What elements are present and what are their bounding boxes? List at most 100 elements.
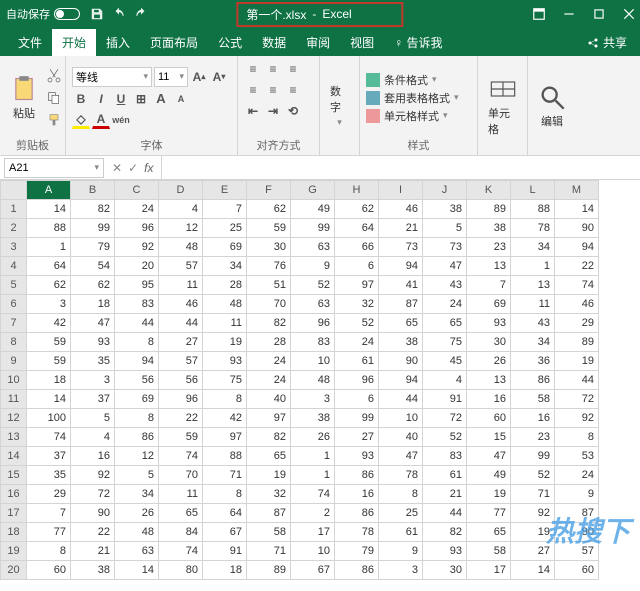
cell[interactable]: 93 [423,542,467,561]
cell[interactable]: 16 [467,390,511,409]
cell[interactable]: 63 [291,295,335,314]
cell[interactable]: 92 [71,466,115,485]
cell[interactable]: 46 [379,200,423,219]
cell[interactable]: 32 [247,485,291,504]
cell[interactable]: 8 [379,485,423,504]
cell[interactable]: 64 [27,257,71,276]
cell[interactable]: 93 [203,352,247,371]
cell[interactable]: 3 [379,561,423,580]
align-center-icon[interactable]: ≡ [264,81,282,99]
cell[interactable]: 88 [511,200,555,219]
cell[interactable]: 21 [379,219,423,238]
worksheet[interactable]: ABCDEFGHIJKLM114822447624962463889881428… [0,180,640,580]
table-format-button[interactable]: 套用表格格式 ▾ [366,90,459,106]
minimize-icon[interactable] [562,7,576,21]
cell[interactable]: 38 [71,561,115,580]
col-header[interactable]: A [27,181,71,200]
cell[interactable]: 9 [555,485,599,504]
cell[interactable]: 22 [71,523,115,542]
col-header[interactable]: H [335,181,379,200]
cell[interactable]: 79 [71,238,115,257]
cell[interactable]: 34 [115,485,159,504]
cell[interactable]: 76 [247,257,291,276]
row-header[interactable]: 17 [1,504,27,523]
fill-color-button[interactable]: ◇ [72,111,90,129]
cell[interactable]: 37 [27,447,71,466]
cell[interactable]: 92 [115,238,159,257]
cell[interactable]: 82 [247,314,291,333]
cell[interactable]: 4 [71,428,115,447]
cell[interactable]: 8 [27,542,71,561]
cell[interactable]: 30 [467,333,511,352]
cell[interactable]: 52 [511,466,555,485]
cell[interactable]: 44 [423,504,467,523]
cell[interactable]: 36 [511,352,555,371]
cell[interactable]: 22 [555,257,599,276]
cell[interactable]: 12 [115,447,159,466]
cell[interactable]: 5 [115,466,159,485]
cell[interactable]: 29 [27,485,71,504]
cell[interactable]: 87 [379,295,423,314]
cell[interactable]: 97 [247,409,291,428]
cell[interactable]: 42 [203,409,247,428]
cell[interactable]: 34 [203,257,247,276]
font-size-up[interactable]: A [152,90,170,108]
cell[interactable]: 67 [291,561,335,580]
cell[interactable]: 58 [467,542,511,561]
cell[interactable]: 79 [335,542,379,561]
indent-dec-icon[interactable]: ⇤ [244,102,262,120]
cell[interactable]: 23 [511,428,555,447]
cell[interactable]: 74 [27,428,71,447]
col-header[interactable]: K [467,181,511,200]
col-header[interactable]: D [159,181,203,200]
cell[interactable]: 94 [115,352,159,371]
row-header[interactable]: 13 [1,428,27,447]
cell[interactable]: 6 [335,390,379,409]
cell[interactable]: 67 [203,523,247,542]
cancel-formula-icon[interactable]: ✕ [112,161,122,175]
cell[interactable]: 14 [27,200,71,219]
cell[interactable]: 63 [291,238,335,257]
cell[interactable]: 9 [291,257,335,276]
cell[interactable]: 4 [159,200,203,219]
cell[interactable]: 11 [159,276,203,295]
cell[interactable]: 40 [247,390,291,409]
row-header[interactable]: 4 [1,257,27,276]
cell[interactable]: 78 [511,219,555,238]
cell[interactable]: 48 [159,238,203,257]
cell[interactable]: 20 [115,257,159,276]
cell[interactable]: 7 [467,276,511,295]
cell[interactable]: 7 [203,200,247,219]
cell[interactable]: 11 [159,485,203,504]
select-all[interactable] [1,181,27,200]
cell[interactable]: 8 [203,390,247,409]
cell[interactable]: 91 [423,390,467,409]
cell[interactable]: 51 [247,276,291,295]
tab-insert[interactable]: 插入 [96,29,140,56]
cell[interactable]: 74 [555,276,599,295]
cell[interactable]: 21 [71,542,115,561]
cell[interactable]: 26 [115,504,159,523]
align-bot-icon[interactable]: ≡ [284,60,302,78]
cell[interactable]: 19 [203,333,247,352]
grow-font-icon[interactable]: A▴ [190,68,208,86]
cell[interactable]: 27 [159,333,203,352]
cell[interactable]: 40 [379,428,423,447]
col-header[interactable]: J [423,181,467,200]
row-header[interactable]: 16 [1,485,27,504]
cell[interactable]: 64 [203,504,247,523]
cell[interactable]: 73 [379,238,423,257]
cell[interactable]: 3 [291,390,335,409]
cell[interactable]: 62 [71,276,115,295]
cell[interactable]: 69 [115,390,159,409]
tab-home[interactable]: 开始 [52,29,96,56]
cell[interactable]: 37 [71,390,115,409]
cell[interactable]: 69 [203,238,247,257]
cell[interactable]: 77 [27,523,71,542]
cell[interactable]: 65 [467,523,511,542]
col-header[interactable]: C [115,181,159,200]
cell[interactable]: 89 [247,561,291,580]
cell[interactable]: 74 [159,447,203,466]
cell[interactable]: 24 [247,352,291,371]
cell[interactable]: 57 [159,352,203,371]
